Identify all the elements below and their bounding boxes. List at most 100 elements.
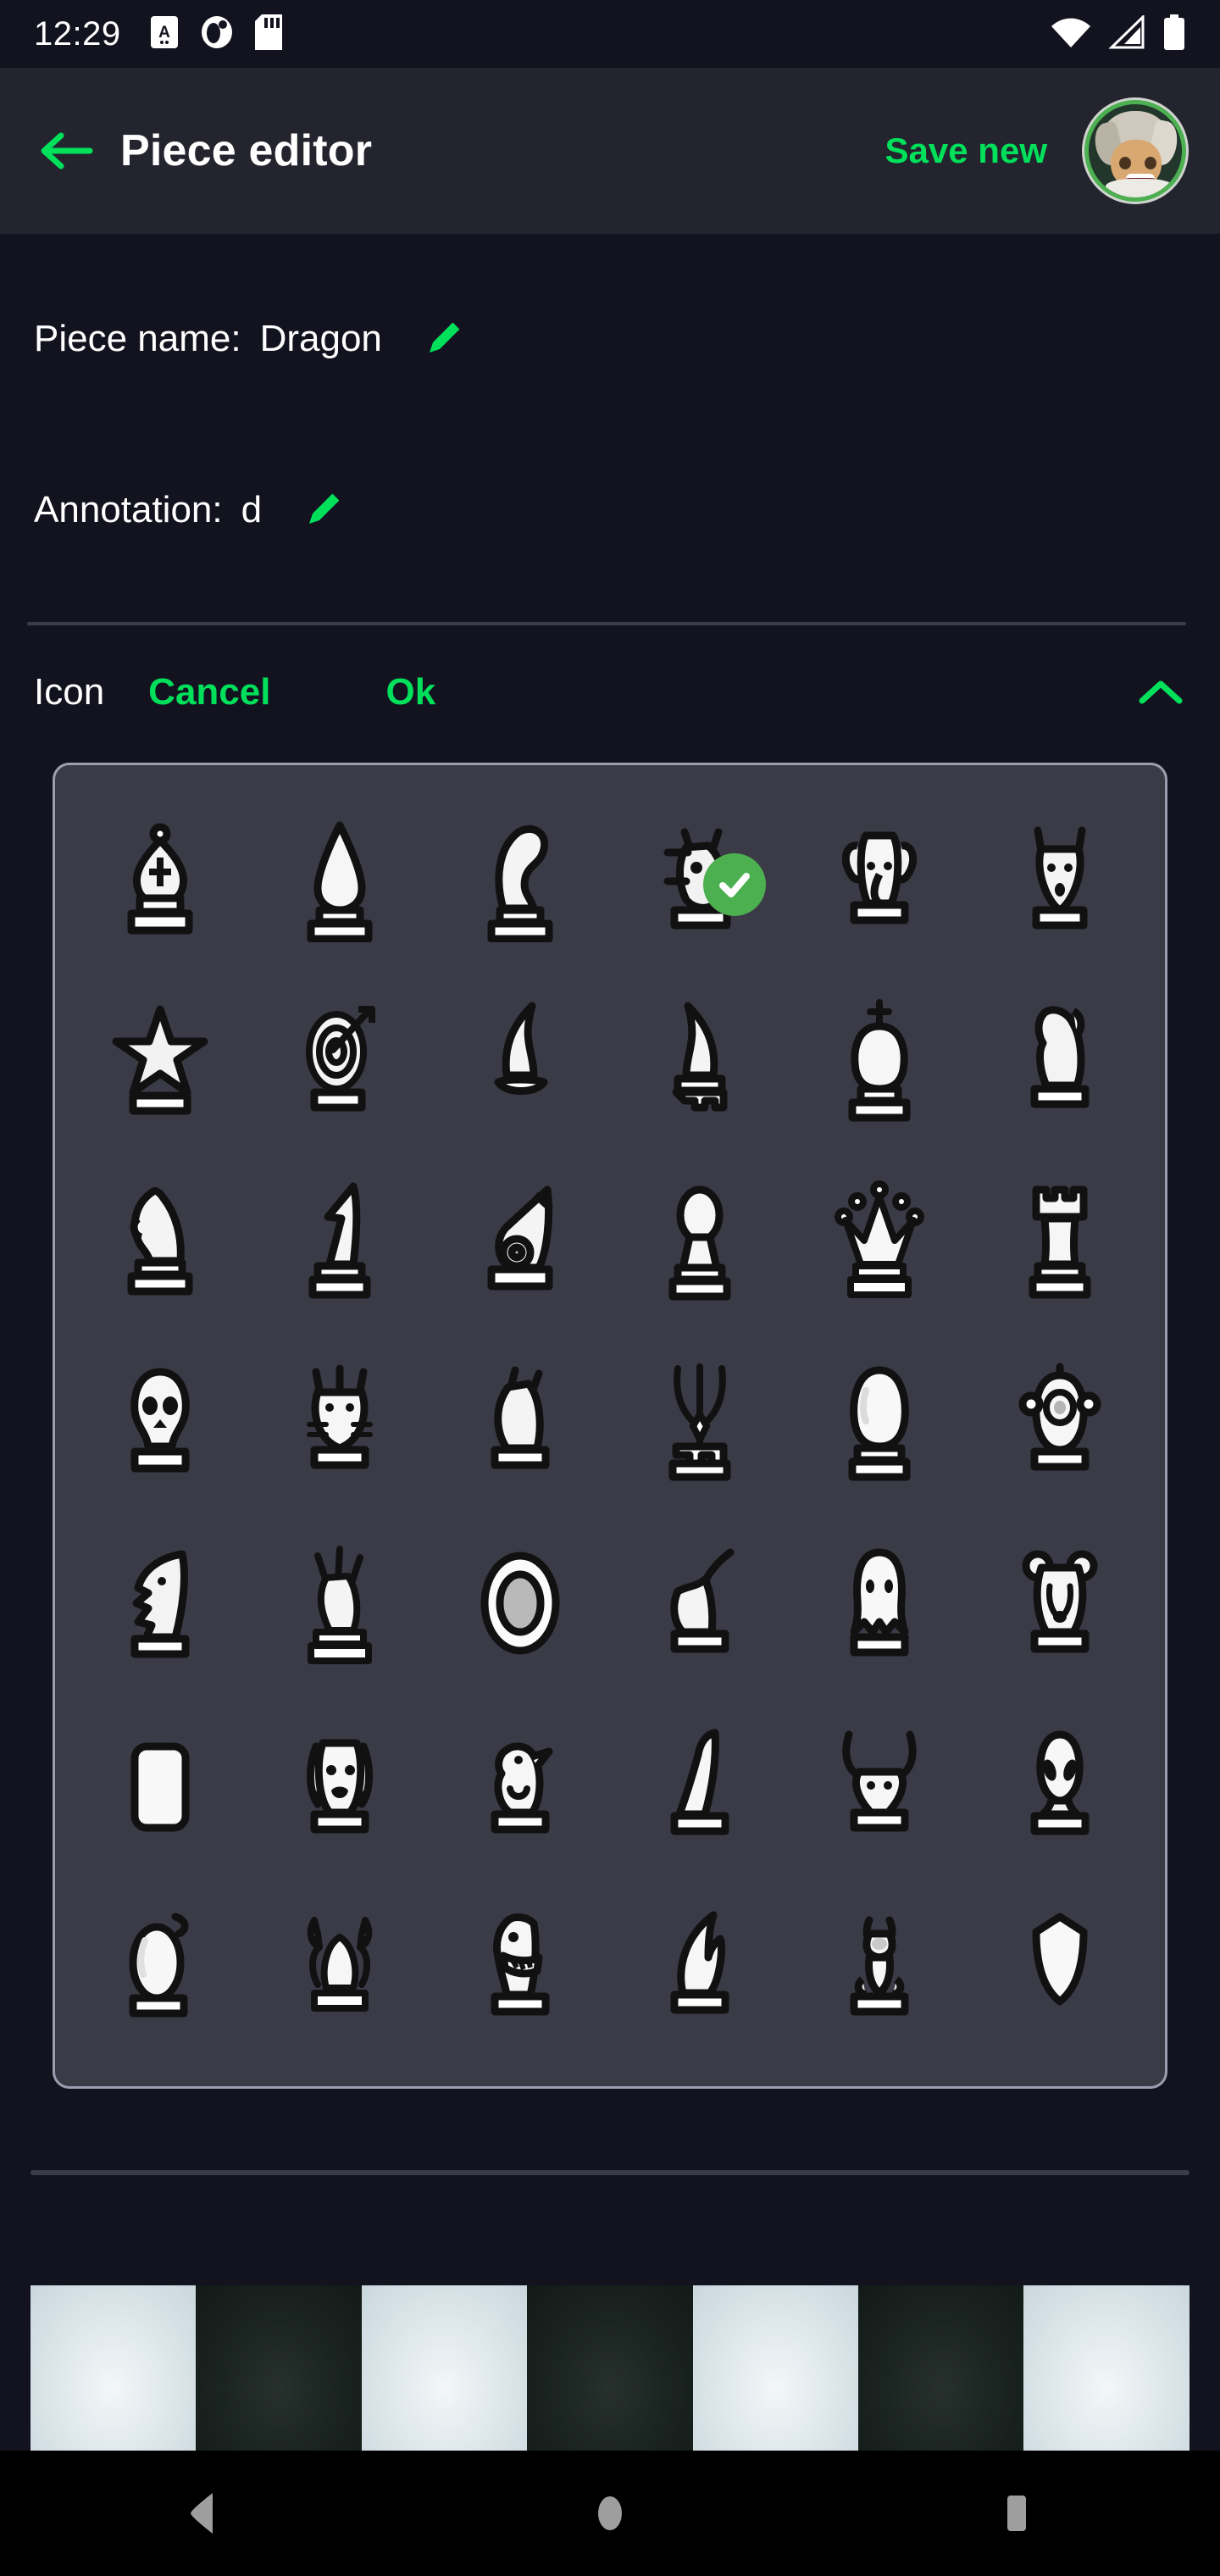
icon-cell-skull[interactable] — [70, 1334, 250, 1516]
piece-name-label: Piece name: — [34, 318, 241, 359]
sd-card-icon — [254, 14, 282, 54]
icon-cell-lion[interactable] — [970, 969, 1150, 1152]
board-preview[interactable] — [30, 2285, 1190, 2451]
status-bar-notification-icons: A — [150, 14, 282, 54]
battery-icon — [1162, 14, 1186, 54]
icon-cell-bishop-plain[interactable] — [250, 787, 430, 969]
piece-name-row: Piece name: Dragon — [0, 298, 1220, 380]
icon-cell-shield[interactable] — [970, 1880, 1150, 2062]
icon-cell-orb[interactable] — [790, 1334, 969, 1516]
annotation-row: Annotation: d — [0, 469, 1220, 551]
check-icon — [719, 872, 751, 897]
icon-cell-rose[interactable] — [790, 1880, 969, 2062]
icon-cell-dinosaur[interactable] — [430, 1880, 610, 2062]
icon-cell-disc[interactable] — [430, 1516, 610, 1698]
icon-cell-elephant[interactable] — [790, 787, 969, 969]
collapse-section-button[interactable] — [1135, 667, 1186, 718]
icon-cell-crab[interactable] — [250, 1880, 430, 2062]
icon-cell-horse-head[interactable] — [430, 1334, 610, 1516]
nav-back-button[interactable] — [144, 2454, 263, 2573]
icon-cell-howling-wolf[interactable] — [70, 1516, 250, 1698]
icon-cell-alien[interactable] — [970, 1698, 1150, 1880]
section-divider — [27, 622, 1186, 625]
app-bar: Piece editor Save new — [0, 68, 1220, 234]
annotation-edit-button[interactable] — [301, 488, 345, 532]
icon-cell-knight-classic[interactable] — [70, 1152, 250, 1334]
icon-picker-panel — [53, 763, 1167, 2089]
pencil-icon — [429, 322, 460, 353]
board-square-dark — [196, 2285, 362, 2451]
cancel-button[interactable]: Cancel — [148, 671, 270, 713]
avatar-eye-left — [1119, 157, 1131, 169]
save-new-button[interactable]: Save new — [885, 130, 1047, 171]
icon-cell-dog[interactable] — [250, 1698, 430, 1880]
icon-cell-wing[interactable] — [610, 1880, 790, 2062]
board-square-dark — [527, 2285, 693, 2451]
icon-cell-pawn[interactable] — [610, 1152, 790, 1334]
icon-cell-queen[interactable] — [790, 1152, 969, 1334]
nav-recents-button[interactable] — [957, 2454, 1076, 2573]
icon-cell-knight-right[interactable] — [610, 969, 790, 1152]
icon-cell-star[interactable] — [70, 969, 250, 1152]
icon-cell-bull[interactable] — [790, 1698, 969, 1880]
icon-cell-wolf-head[interactable] — [970, 787, 1150, 969]
icon-cell-knight-left[interactable] — [430, 969, 610, 1152]
do-not-disturb-icon — [201, 15, 233, 53]
icon-cell-trident[interactable] — [610, 1334, 790, 1516]
icon-cell-knight-angular[interactable] — [250, 1152, 430, 1334]
pencil-icon — [309, 493, 340, 524]
board-square-light — [692, 2285, 858, 2451]
icon-cell-dragon[interactable] — [610, 787, 790, 969]
piece-name-value: Dragon — [259, 318, 382, 359]
avatar-body — [1106, 179, 1173, 197]
piece-name-edit-button[interactable] — [421, 317, 465, 361]
icon-section-label: Icon — [34, 671, 105, 713]
icon-grid — [70, 787, 1150, 2062]
main-content: Piece name: Dragon Annotation: d Icon Ca… — [0, 234, 1220, 2175]
back-button[interactable] — [34, 119, 98, 183]
icon-cell-knight-mane[interactable] — [430, 787, 610, 969]
chevron-up-icon — [1139, 680, 1183, 704]
icon-cell-cat[interactable] — [250, 1334, 430, 1516]
avatar[interactable] — [1084, 100, 1186, 202]
board-square-light — [1023, 2285, 1190, 2451]
triangle-back-icon — [191, 2493, 213, 2534]
status-bar-clock: 12:29 — [34, 14, 121, 53]
page-title: Piece editor — [120, 126, 373, 175]
alphabet-notification-icon: A — [150, 15, 179, 53]
icon-cell-bear[interactable] — [970, 1516, 1150, 1698]
icon-cell-bird[interactable] — [610, 1698, 790, 1880]
icon-cell-rook[interactable] — [970, 1152, 1150, 1334]
app-root: 12:29 A Piece editor Save new Piece name… — [0, 0, 1220, 2576]
icon-cell-ghost[interactable] — [790, 1516, 969, 1698]
icon-cell-owl[interactable] — [970, 1334, 1150, 1516]
annotation-label: Annotation: — [34, 489, 223, 530]
board-square-light — [30, 2285, 197, 2451]
icon-cell-blank-square[interactable] — [70, 1698, 250, 1880]
icon-cell-cannon[interactable] — [430, 1152, 610, 1334]
square-recents-icon — [1007, 2496, 1026, 2531]
circle-home-icon — [598, 2496, 622, 2530]
icon-cell-bomb[interactable] — [70, 1880, 250, 2062]
icon-cell-bishop-cross[interactable] — [70, 787, 250, 969]
icon-section-header: Icon Cancel Ok — [0, 646, 1220, 739]
ok-button[interactable]: Ok — [385, 671, 435, 713]
icon-cell-flame-statue[interactable] — [250, 1516, 430, 1698]
icon-cell-king-crown[interactable] — [790, 969, 969, 1152]
board-divider — [30, 2170, 1190, 2175]
cellular-signal-icon — [1108, 13, 1145, 53]
annotation-value: d — [241, 489, 263, 530]
selected-check-badge — [703, 852, 767, 916]
icon-cell-target-arrow[interactable] — [250, 969, 430, 1152]
status-bar-system-icons — [1051, 13, 1186, 54]
board-square-light — [361, 2285, 528, 2451]
avatar-eye-right — [1145, 157, 1156, 169]
android-nav-bar — [0, 2451, 1220, 2576]
nav-home-button[interactable] — [551, 2454, 669, 2573]
board-square-dark — [857, 2285, 1024, 2451]
back-arrow-icon — [41, 132, 93, 169]
icon-cell-duck[interactable] — [430, 1698, 610, 1880]
icon-cell-hare[interactable] — [610, 1516, 790, 1698]
svg-text:A: A — [158, 24, 170, 42]
status-bar: 12:29 A — [0, 0, 1220, 68]
